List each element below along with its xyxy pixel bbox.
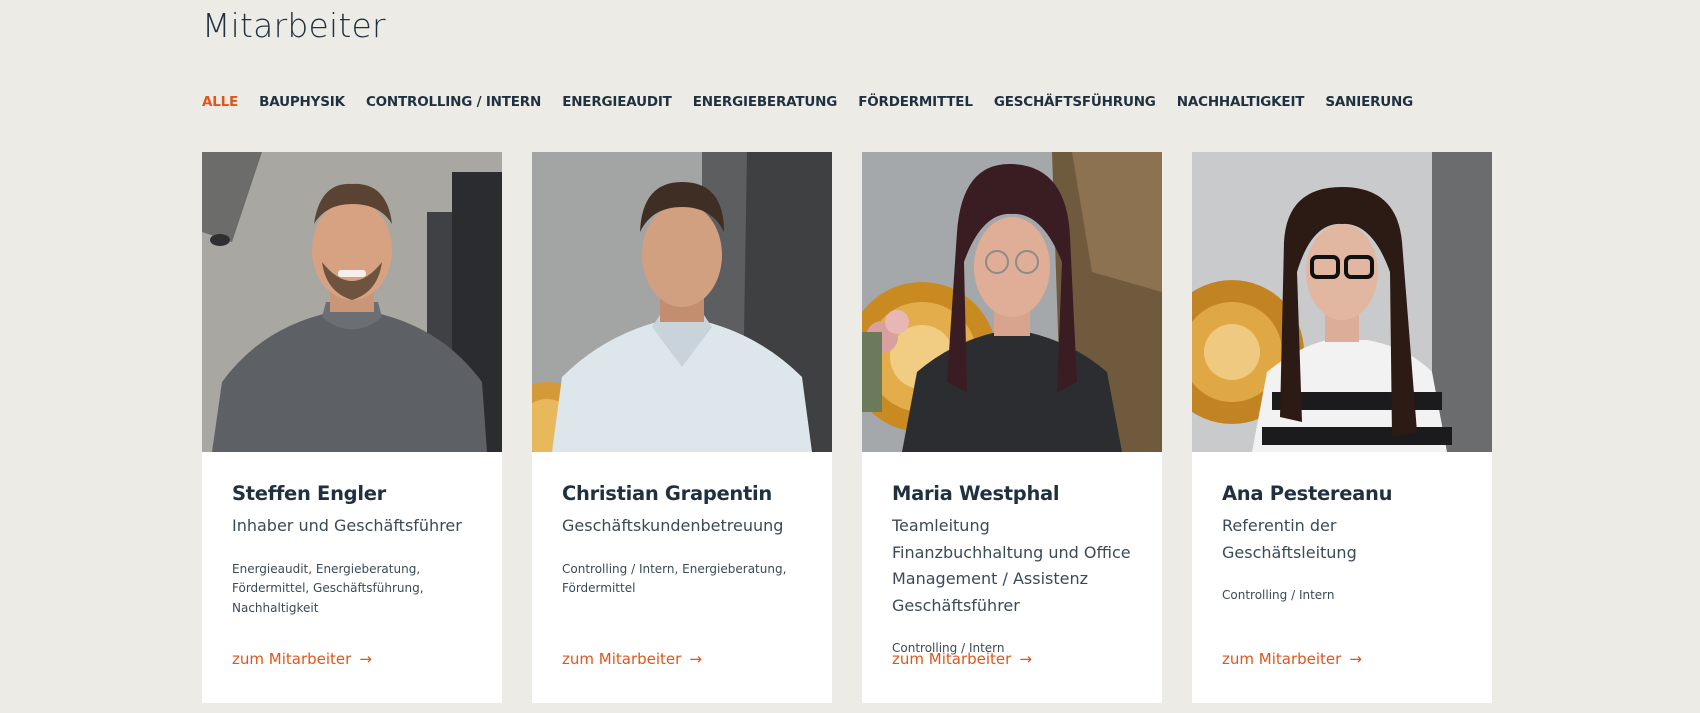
employee-photo[interactable]: [532, 152, 832, 452]
employee-tags: Controlling / Intern, Energieberatung, F…: [562, 561, 787, 596]
employee-profile-link[interactable]: zum Mitarbeiter →: [892, 650, 1032, 668]
employee-info: Christian Grapentin Geschäftskundenbetre…: [562, 482, 812, 599]
page-title: Mitarbeiter: [202, 6, 386, 45]
filter-alle[interactable]: ALLE: [202, 94, 238, 110]
arrow-right-icon: →: [1349, 650, 1362, 668]
employee-profile-link[interactable]: zum Mitarbeiter →: [232, 650, 372, 668]
filter-geschaeftsfuehrung[interactable]: GESCHÄFTSFÜHRUNG: [994, 94, 1156, 110]
employee-name: Christian Grapentin: [562, 482, 772, 505]
employee-photo[interactable]: [1192, 152, 1492, 452]
employee-role: Inhaber und Geschäftsführer: [232, 516, 462, 535]
employee-name: Ana Pestereanu: [1222, 482, 1393, 505]
employee-photo[interactable]: [202, 152, 502, 452]
employee-role: Geschäftskundenbetreuung: [562, 516, 784, 535]
employee-tags: Energieaudit, Energieberatung, Fördermit…: [232, 561, 424, 615]
link-label: zum Mitarbeiter: [232, 650, 352, 668]
employee-profile-link[interactable]: zum Mitarbeiter →: [562, 650, 702, 668]
employee-name: Steffen Engler: [232, 482, 386, 505]
filter-controlling-intern[interactable]: CONTROLLING / INTERN: [366, 94, 541, 110]
employee-role: Referentin der Geschäftsleitung: [1222, 516, 1357, 562]
employee-info: Steffen Engler Inhaber und Geschäftsführ…: [232, 482, 482, 618]
employee-photo[interactable]: [862, 152, 1162, 452]
employee-tags: Controlling / Intern: [1222, 588, 1335, 602]
employee-role: Teamleitung Finanzbuchhaltung und Office…: [892, 516, 1131, 615]
employee-name: Maria Westphal: [892, 482, 1060, 505]
filter-energieaudit[interactable]: ENERGIEAUDIT: [562, 94, 672, 110]
filter-bauphysik[interactable]: BAUPHYSIK: [259, 94, 345, 110]
link-label: zum Mitarbeiter: [892, 650, 1012, 668]
employee-profile-link[interactable]: zum Mitarbeiter →: [1222, 650, 1362, 668]
filter-sanierung[interactable]: SANIERUNG: [1325, 94, 1413, 110]
filter-bar: ALLE BAUPHYSIK CONTROLLING / INTERN ENER…: [202, 91, 1429, 110]
link-label: zum Mitarbeiter: [1222, 650, 1342, 668]
arrow-right-icon: →: [689, 650, 702, 668]
employee-card: Steffen Engler Inhaber und Geschäftsführ…: [202, 152, 502, 703]
arrow-right-icon: →: [1019, 650, 1032, 668]
employee-info: Ana Pestereanu Referentin der Geschäftsl…: [1222, 482, 1472, 606]
employee-card: Ana Pestereanu Referentin der Geschäftsl…: [1192, 152, 1492, 703]
filter-nachhaltigkeit[interactable]: NACHHALTIGKEIT: [1177, 94, 1305, 110]
arrow-right-icon: →: [359, 650, 372, 668]
employee-info: Maria Westphal Teamleitung Finanzbuchhal…: [892, 482, 1142, 659]
link-label: zum Mitarbeiter: [562, 650, 682, 668]
filter-foerdermittel[interactable]: FÖRDERMITTEL: [858, 94, 973, 110]
filter-energieberatung[interactable]: ENERGIEBERATUNG: [693, 94, 838, 110]
employee-card: Maria Westphal Teamleitung Finanzbuchhal…: [862, 152, 1162, 703]
employee-card: Christian Grapentin Geschäftskundenbetre…: [532, 152, 832, 703]
